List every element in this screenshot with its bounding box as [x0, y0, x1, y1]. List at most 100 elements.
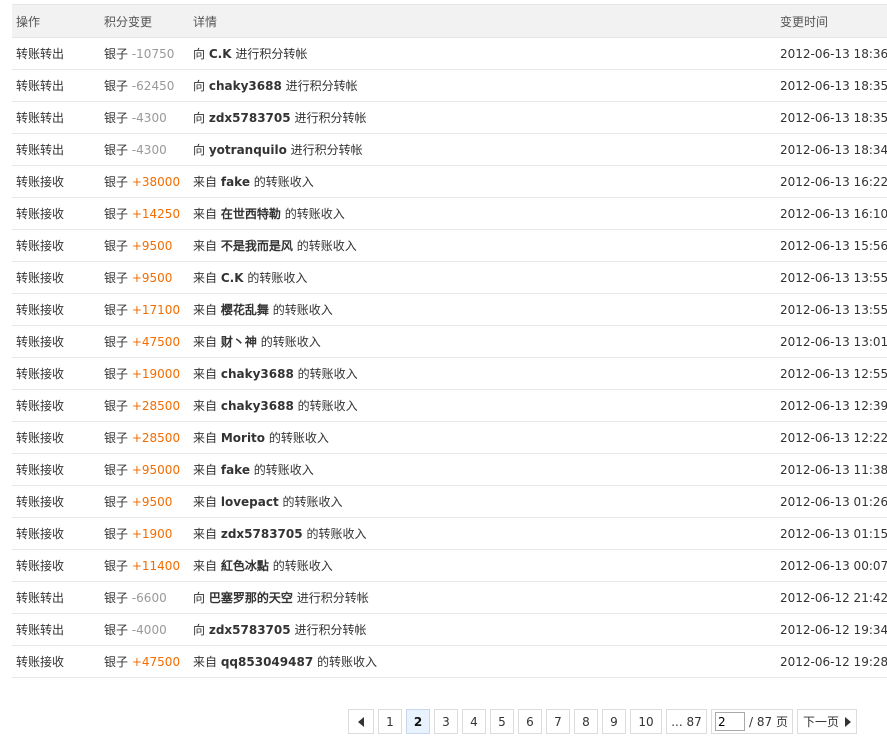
table-row: 转账接收 银子 +1900 来自 zdx5783705 的转账收入 2012-06-1…	[12, 518, 887, 550]
user-link[interactable]: 在世西特勒	[221, 207, 281, 221]
user-link[interactable]: zdx5783705	[221, 527, 303, 541]
user-link[interactable]: yotranquilo	[209, 143, 287, 157]
user-link[interactable]: zdx5783705	[209, 623, 291, 637]
change-cell: 银子 +1900	[100, 518, 189, 550]
table-row: 转账接收 银子 +47500 来自 财丶神 的转账收入 2012-06-13 13:0…	[12, 326, 887, 358]
user-link[interactable]: fake	[221, 463, 250, 477]
change-cell: 银子 -4300	[100, 134, 189, 166]
user-link[interactable]: Morito	[221, 431, 265, 445]
next-page-button[interactable]: 下一页	[796, 709, 857, 734]
page-jump-input[interactable]	[715, 712, 745, 731]
prev-page-button[interactable]	[348, 709, 374, 734]
detail-suffix: 的转账收入	[272, 559, 333, 573]
currency-label: 银子	[104, 591, 129, 605]
table-row: 转账接收 银子 +38000 来自 fake 的转账收入 2012-06-13 16:…	[12, 166, 887, 198]
table-row: 转账接收 银子 +9500 来自 C.K 的转账收入 2012-06-13 13:55	[12, 262, 887, 294]
user-link[interactable]: chaky3688	[221, 399, 294, 413]
page-link[interactable]: 5	[490, 709, 514, 734]
currency-label: 银子	[104, 47, 129, 61]
detail-suffix: 进行积分转帐	[290, 143, 363, 157]
currency-label: 银子	[104, 79, 129, 93]
page-link[interactable]: 1	[378, 709, 402, 734]
detail-cell: 来自 lovepact 的转账收入	[189, 486, 776, 518]
time-cell: 2012-06-12 21:42	[780, 590, 887, 605]
time-cell: 2012-06-13 16:10	[780, 206, 887, 221]
detail-cell: 来自 fake 的转账收入	[189, 454, 776, 486]
detail-prefix: 来自	[193, 303, 218, 317]
table-row: 转账接收 银子 +28500 来自 chaky3688 的转账收入 2012-06-1…	[12, 390, 887, 422]
currency-label: 银子	[104, 655, 129, 669]
detail-cell: 来自 chaky3688 的转账收入	[189, 358, 776, 390]
detail-cell: 来自 fake 的转账收入	[189, 166, 776, 198]
page-link[interactable]: 3	[434, 709, 458, 734]
page-link[interactable]: 4	[462, 709, 486, 734]
detail-prefix: 来自	[193, 175, 218, 189]
action-cell: 转账接收	[16, 367, 65, 381]
detail-cell: 来自 zdx5783705 的转账收入	[189, 518, 776, 550]
change-cell: 银子 -10750	[100, 38, 189, 70]
page-link[interactable]: 6	[518, 709, 542, 734]
user-link[interactable]: chaky3688	[209, 79, 282, 93]
currency-label: 银子	[104, 175, 129, 189]
table-row: 转账接收 银子 +28500 来自 Morito 的转账收入 2012-06-13 1…	[12, 422, 887, 454]
user-link[interactable]: qq853049487	[221, 655, 313, 669]
time-cell: 2012-06-13 13:01	[780, 334, 887, 349]
change-cell: 银子 +9500	[100, 262, 189, 294]
credit-log: 操作 积分变更 详情 变更时间 转账转出 银子 -10750 向 C.K 进行积分转…	[12, 4, 887, 678]
amount-value: +14250	[131, 207, 181, 221]
amount-value: +17100	[131, 303, 181, 317]
change-cell: 银子 +47500	[100, 326, 189, 358]
time-cell: 2012-06-13 13:55	[780, 302, 887, 317]
last-page-link[interactable]: ... 87	[666, 709, 707, 734]
user-link[interactable]: lovepact	[221, 495, 279, 509]
amount-value: +19000	[131, 367, 181, 381]
detail-cell: 来自 qq853049487 的转账收入	[189, 646, 776, 678]
change-cell: 银子 +95000	[100, 454, 189, 486]
user-link[interactable]: fake	[221, 175, 250, 189]
currency-label: 银子	[104, 463, 129, 477]
user-link[interactable]: zdx5783705	[209, 111, 291, 125]
page-link[interactable]: 10	[630, 709, 662, 734]
user-link[interactable]: 不是我而是风	[221, 239, 293, 253]
action-cell: 转账转出	[16, 111, 65, 125]
currency-label: 银子	[104, 495, 129, 509]
detail-cell: 向 C.K 进行积分转帐	[189, 38, 776, 70]
table-row: 转账接收 银子 +11400 来自 紅色冰點 的转账收入 2012-06-13 00:…	[12, 550, 887, 582]
user-link[interactable]: 樱花乱舞	[221, 303, 269, 317]
amount-value: +47500	[131, 655, 181, 669]
time-cell: 2012-06-13 18:34	[780, 142, 887, 157]
detail-prefix: 来自	[193, 207, 218, 221]
detail-suffix: 进行积分转帐	[296, 591, 369, 605]
currency-label: 银子	[104, 239, 129, 253]
user-link[interactable]: C.K	[209, 47, 232, 61]
amount-value: -4000	[131, 623, 167, 637]
user-link[interactable]: 巴塞罗那的天空	[209, 591, 293, 605]
user-link[interactable]: 紅色冰點	[221, 559, 269, 573]
amount-value: -4300	[131, 111, 167, 125]
action-cell: 转账接收	[16, 271, 65, 285]
amount-value: +11400	[131, 559, 181, 573]
time-cell: 2012-06-13 18:35	[780, 78, 887, 93]
currency-label: 银子	[104, 399, 129, 413]
page-link[interactable]: 9	[602, 709, 626, 734]
detail-prefix: 来自	[193, 431, 218, 445]
detail-prefix: 向	[193, 623, 206, 637]
action-cell: 转账接收	[16, 655, 65, 669]
user-link[interactable]: chaky3688	[221, 367, 294, 381]
detail-cell: 来自 樱花乱舞 的转账收入	[189, 294, 776, 326]
user-link[interactable]: C.K	[221, 271, 244, 285]
pagination: 12345678910 ... 87 / 87 页 下一页	[348, 708, 857, 735]
action-cell: 转账接收	[16, 303, 65, 317]
user-link[interactable]: 财丶神	[221, 335, 257, 349]
page-link[interactable]: 7	[546, 709, 570, 734]
amount-value: +9500	[131, 495, 173, 509]
detail-prefix: 来自	[193, 367, 218, 381]
detail-cell: 来自 C.K 的转账收入	[189, 262, 776, 294]
currency-label: 银子	[104, 527, 129, 541]
change-cell: 银子 -62450	[100, 70, 189, 102]
amount-value: +28500	[131, 431, 181, 445]
time-cell: 2012-06-13 12:55	[780, 366, 887, 381]
action-cell: 转账接收	[16, 527, 65, 541]
detail-suffix: 的转账收入	[317, 655, 378, 669]
page-link[interactable]: 8	[574, 709, 598, 734]
